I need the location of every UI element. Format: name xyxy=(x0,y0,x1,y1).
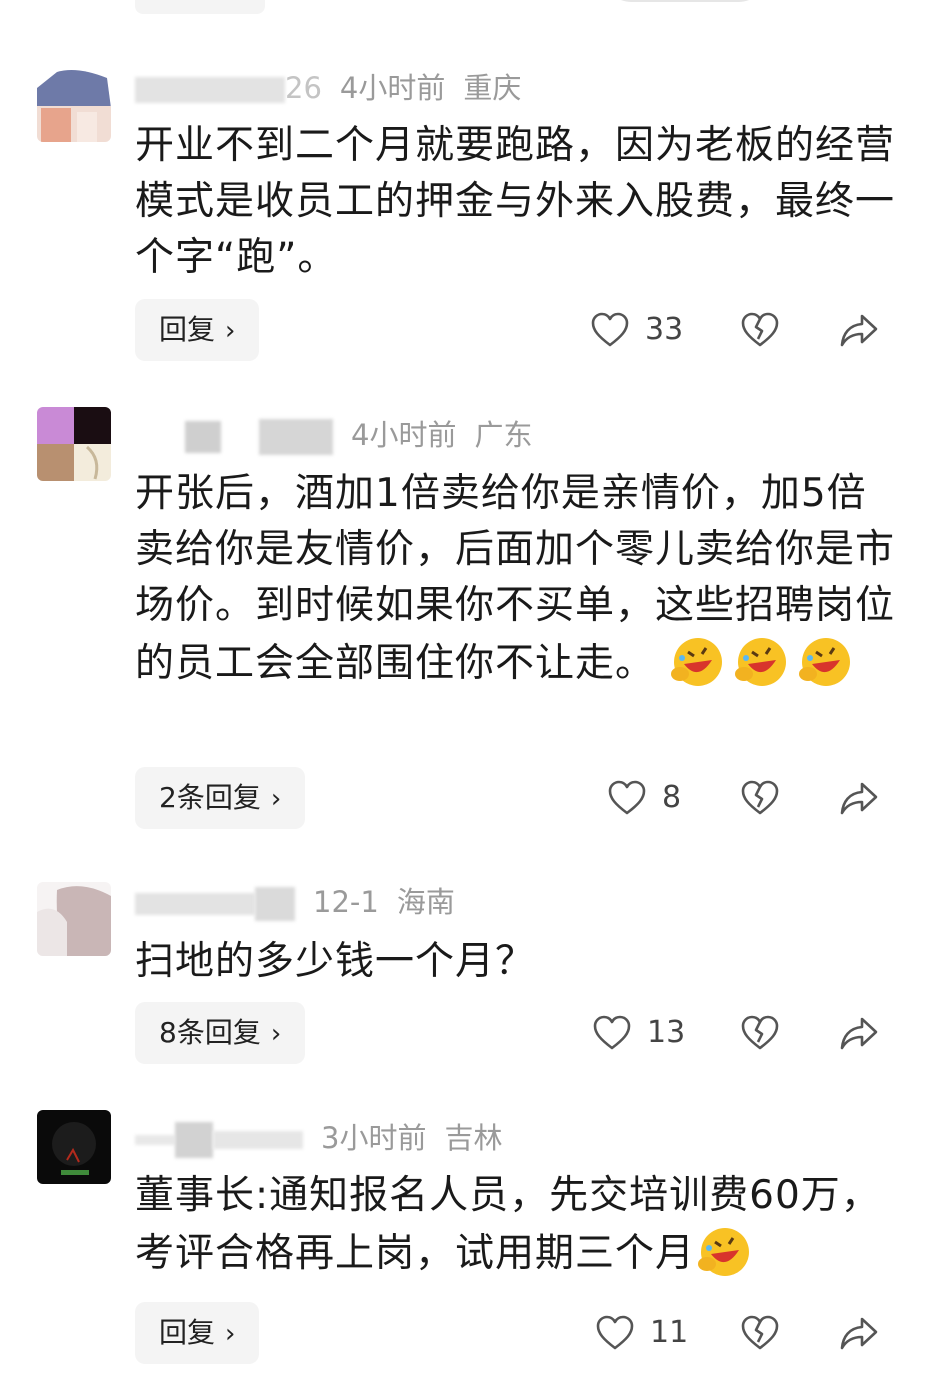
broken-heart-icon[interactable] xyxy=(740,778,780,818)
share-arrow-icon[interactable] xyxy=(838,1313,880,1353)
broken-heart-icon[interactable] xyxy=(740,1013,780,1053)
previous-actions-stub xyxy=(600,0,770,2)
heart-outline-icon[interactable] xyxy=(590,310,630,350)
comment-text-body: 董事长:通知报名人员，先交培训费60万，考评合格再上岗，试用期三个月 xyxy=(135,1173,881,1276)
heart-outline-icon[interactable] xyxy=(595,1313,635,1353)
comment-meta: 4小时前 广东 xyxy=(135,415,532,455)
avatar[interactable] xyxy=(37,407,111,481)
broken-heart-icon[interactable] xyxy=(740,310,780,350)
comment-time: 4小时前 xyxy=(339,71,446,105)
comment-text: 扫地的多少钱一个月？ xyxy=(135,939,536,984)
username-blurred[interactable]: 26 xyxy=(135,68,322,108)
like-count: 8 xyxy=(662,780,682,815)
comment-text: 董事长:通知报名人员，先交培训费60万，考评合格再上岗，试用期三个月 xyxy=(135,1168,895,1282)
comment-actions: 11 xyxy=(0,1313,933,1375)
comment-actions: 8 xyxy=(0,778,933,840)
broken-heart-icon[interactable] xyxy=(740,1313,780,1353)
heart-outline-icon[interactable] xyxy=(607,778,647,818)
rofl-emoji-icon xyxy=(735,638,787,686)
share-arrow-icon[interactable] xyxy=(838,778,880,818)
comment-meta: 12-1 海南 xyxy=(135,882,455,922)
share-arrow-icon[interactable] xyxy=(838,1013,880,1053)
comment-text: 开业不到二个月就要跑路，因为老板的经营模式是收员工的押金与外来入股费，最终一个字… xyxy=(135,123,896,280)
comment-location: 广东 xyxy=(474,418,533,452)
comment-actions: 33 xyxy=(0,310,933,372)
heart-outline-icon[interactable] xyxy=(592,1013,632,1053)
comment-location: 重庆 xyxy=(463,71,522,105)
comment-actions: 13 xyxy=(0,1013,933,1075)
username-blurred[interactable] xyxy=(135,1118,303,1158)
comment-meta: 3小时前 吉林 xyxy=(135,1118,502,1158)
comment-meta: 26 4小时前 重庆 xyxy=(135,68,521,108)
username-blurred[interactable] xyxy=(135,415,333,455)
comment-time: 3小时前 xyxy=(321,1121,427,1155)
rofl-emoji-icon xyxy=(698,1228,750,1276)
comment-location: 吉林 xyxy=(444,1121,503,1155)
avatar[interactable] xyxy=(37,882,111,956)
avatar[interactable] xyxy=(37,1110,111,1184)
like-count: 11 xyxy=(650,1315,689,1350)
share-arrow-icon[interactable] xyxy=(838,310,880,350)
avatar[interactable] xyxy=(37,68,111,142)
comment-text: 开张后，酒加1倍卖给你是亲情价，加5倍卖给你是友情价，后面加个零儿卖给你是市场价… xyxy=(135,466,895,692)
like-count: 33 xyxy=(645,312,684,347)
rofl-emoji-icon xyxy=(799,638,851,686)
like-count: 13 xyxy=(647,1015,686,1050)
previous-reply-button-stub[interactable] xyxy=(135,0,265,14)
comment-time: 4小时前 xyxy=(351,418,457,452)
comment-time: 12-1 xyxy=(313,885,379,919)
username-blurred[interactable] xyxy=(135,882,295,922)
rofl-emoji-icon xyxy=(671,638,723,686)
comment-location: 海南 xyxy=(396,885,455,919)
